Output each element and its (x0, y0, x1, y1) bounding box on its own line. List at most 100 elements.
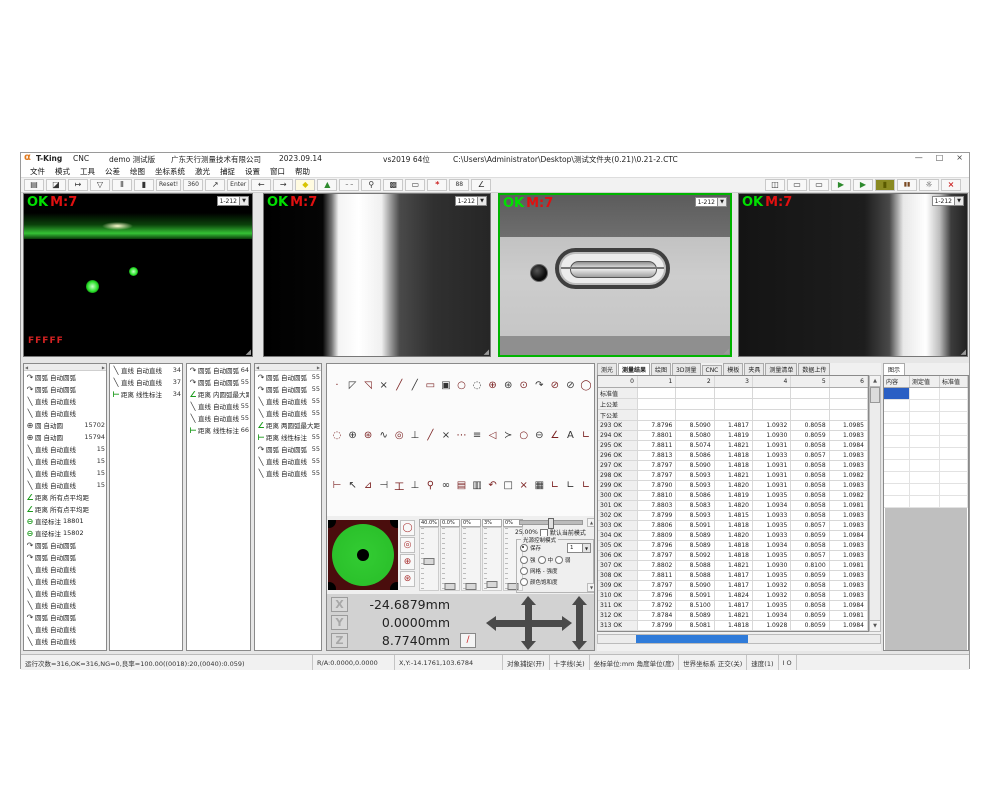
toolbar-pause-button[interactable]: ▮▮ (897, 179, 917, 191)
detail-row[interactable] (884, 412, 968, 424)
toolbar-arrow-left-button[interactable]: ← (251, 179, 271, 191)
measure-tool-icon[interactable]: × (439, 428, 453, 443)
measure-tool-icon[interactable]: ◎ (392, 428, 406, 443)
feature-list-item[interactable]: ⊖直径标注18801 (24, 515, 106, 527)
feature-list-item[interactable]: ↷圆弧自动圆弧 (24, 371, 106, 383)
menu-item[interactable]: 绘图 (125, 166, 150, 177)
ring-mode-3-button[interactable]: ⊕ (400, 554, 415, 570)
feature-list-item[interactable]: ╲直线自动直线55 (187, 400, 250, 412)
measure-tool-icon[interactable]: ⊥ (408, 478, 422, 493)
slider-thumb[interactable] (424, 558, 435, 565)
feature-list-item[interactable]: ╲直线自动直线37 (110, 376, 182, 388)
toolbar-grid-88-button[interactable]: 88 (449, 179, 469, 191)
toolbar-play-1-button[interactable]: ▶ (831, 179, 851, 191)
ring-mode-4-button[interactable]: ⊛ (400, 571, 415, 587)
toolbar-button-a-button[interactable]: ▭ (787, 179, 807, 191)
result-row[interactable]: 301 OK7.88038.50831.48201.09340.80581.09… (598, 501, 868, 511)
toolbar-chart-button[interactable]: ∠ (471, 179, 491, 191)
measure-tool-icon[interactable]: ◁ (486, 428, 500, 443)
measure-tool-icon[interactable]: ∿ (377, 428, 391, 443)
result-row[interactable]: 308 OK7.88118.50881.48171.09350.80591.09… (598, 571, 868, 581)
toolbar-arrow-right-button[interactable]: → (273, 179, 293, 191)
chevron-down-icon[interactable]: ▼ (717, 198, 726, 206)
detail-row[interactable] (884, 496, 968, 508)
feature-list-item[interactable]: ⊕圆自动圆15702 (24, 419, 106, 431)
feature-list-item[interactable]: ↷圆弧自动圆弧 (24, 551, 106, 563)
resize-grip-icon[interactable]: ◢ (724, 347, 729, 355)
measure-tool-icon[interactable]: ╱ (392, 378, 406, 393)
measure-tool-icon[interactable]: ∟ (563, 478, 577, 493)
feature-list-item[interactable]: ╲直线自动直线 (24, 407, 106, 419)
detail-row[interactable] (884, 436, 968, 448)
result-row[interactable]: 309 OK7.87978.50901.48171.09320.80581.09… (598, 581, 868, 591)
result-row[interactable]: 307 OK7.88028.50881.48211.09300.81001.09… (598, 561, 868, 571)
scroll-down-icon[interactable]: ▼ (870, 620, 880, 631)
master-light-slider[interactable] (519, 520, 583, 525)
measure-tool-icon[interactable]: ∟ (548, 478, 562, 493)
camera-3-select[interactable]: 1-212▼ (695, 197, 727, 207)
menu-item[interactable]: 激光 (190, 166, 215, 177)
detail-row[interactable] (884, 460, 968, 472)
table-vscrollbar[interactable]: ▲ ▼ (869, 375, 881, 632)
result-row[interactable]: 310 OK7.87968.50911.48241.09320.80581.09… (598, 591, 868, 601)
menu-item[interactable]: 捕捉 (215, 166, 240, 177)
color-saturation-radio[interactable] (520, 578, 528, 586)
slider-thumb[interactable] (487, 581, 498, 588)
results-tab[interactable]: 模板 (723, 363, 743, 375)
measure-tool-icon[interactable]: ⋯ (455, 428, 469, 443)
camera-view-1[interactable]: FFFFF OKM:7 1-212▼ ◢ (23, 193, 253, 357)
measure-tool-icon[interactable]: ▭ (423, 378, 437, 393)
feature-list-item[interactable]: ╲直线自动直线 (24, 635, 106, 647)
save-radio[interactable] (520, 544, 528, 552)
measure-tool-icon[interactable]: · (330, 378, 344, 393)
feature-list-item[interactable]: ↷圆弧自动圆弧55 (255, 371, 321, 383)
measure-tool-icon[interactable]: ◹ (361, 378, 375, 393)
feature-list-item[interactable]: ⊕圆自动圆15794 (24, 431, 106, 443)
detail-row[interactable] (884, 388, 968, 400)
feature-list-item[interactable]: ↷圆弧自动圆弧64 (187, 364, 250, 376)
feature-list-item[interactable]: ↷圆弧自动圆弧 (24, 383, 106, 395)
results-tab[interactable]: 测量清单 (765, 363, 797, 375)
feature-list-item[interactable]: ╲直线自动直线 (24, 575, 106, 587)
result-row[interactable]: 303 OK7.88068.50911.48181.09350.80571.09… (598, 521, 868, 531)
menu-item[interactable]: 模式 (50, 166, 75, 177)
level-mid-radio[interactable] (538, 556, 546, 564)
measure-tool-icon[interactable]: ⊿ (361, 478, 375, 493)
results-tab[interactable]: 3D测量 (672, 363, 700, 375)
measure-tool-icon[interactable]: ◌ (330, 428, 344, 443)
result-row[interactable]: 311 OK7.87928.51001.48171.09350.80581.09… (598, 601, 868, 611)
measure-tool-icon[interactable]: A (563, 428, 577, 443)
toolbar-roi-select-button[interactable]: ▭ (405, 179, 425, 191)
measure-tool-icon[interactable]: ↖ (346, 478, 360, 493)
result-row[interactable]: 299 OK7.87908.50931.48201.09310.80581.09… (598, 481, 868, 491)
measure-tool-icon[interactable]: ⊘ (548, 378, 562, 393)
camera-1-select[interactable]: 1-212▼ (217, 196, 249, 206)
maximize-button[interactable]: □ (936, 153, 944, 162)
measure-tool-icon[interactable]: ○ (455, 378, 469, 393)
result-row[interactable]: 313 OK7.87998.50811.48181.09280.80591.09… (598, 621, 868, 631)
toolbar-dashes-button[interactable]: – – (339, 179, 359, 191)
result-row[interactable]: 300 OK7.88108.50861.48191.09350.80581.09… (598, 491, 868, 501)
feature-list-item[interactable]: ↷圆弧自动圆弧55 (255, 383, 321, 395)
measure-tool-icon[interactable]: ⊘ (563, 378, 577, 393)
measure-tool-icon[interactable]: × (517, 478, 531, 493)
jog-z-control[interactable] (575, 602, 585, 644)
feature-list-item[interactable]: ╲直线自动直线55 (255, 395, 321, 407)
feature-list-item[interactable]: ╲直线自动直线 (24, 395, 106, 407)
jog-xy-control[interactable] (495, 602, 563, 644)
light-channel-slider[interactable]: 40.0% (419, 519, 439, 591)
toolbar-light-bulb-button[interactable]: ◆ (295, 179, 315, 191)
result-row[interactable]: 293 OK7.87968.50901.48171.09320.80581.09… (598, 421, 868, 431)
ring-mode-2-button[interactable]: ◎ (400, 537, 415, 553)
measure-tool-icon[interactable]: ⊕ (486, 378, 500, 393)
measure-tool-icon[interactable]: ⊛ (361, 428, 375, 443)
chevron-down-icon[interactable]: ▼ (239, 197, 248, 205)
results-tab[interactable]: 绘图 (651, 363, 671, 375)
light-channel-slider[interactable]: 0.0% (440, 519, 460, 591)
toolbar-reset-button[interactable]: Reset! (156, 179, 181, 191)
result-row[interactable]: 306 OK7.87978.50921.48181.09350.80571.09… (598, 551, 868, 561)
measure-tool-icon[interactable]: ▦ (532, 478, 546, 493)
feature-list-item[interactable]: ⊢距离线性标注66 (187, 424, 250, 436)
feature-list-item[interactable]: ∠距离所有点平均距 (24, 503, 106, 515)
toolbar-button-b-button[interactable]: ▭ (809, 179, 829, 191)
